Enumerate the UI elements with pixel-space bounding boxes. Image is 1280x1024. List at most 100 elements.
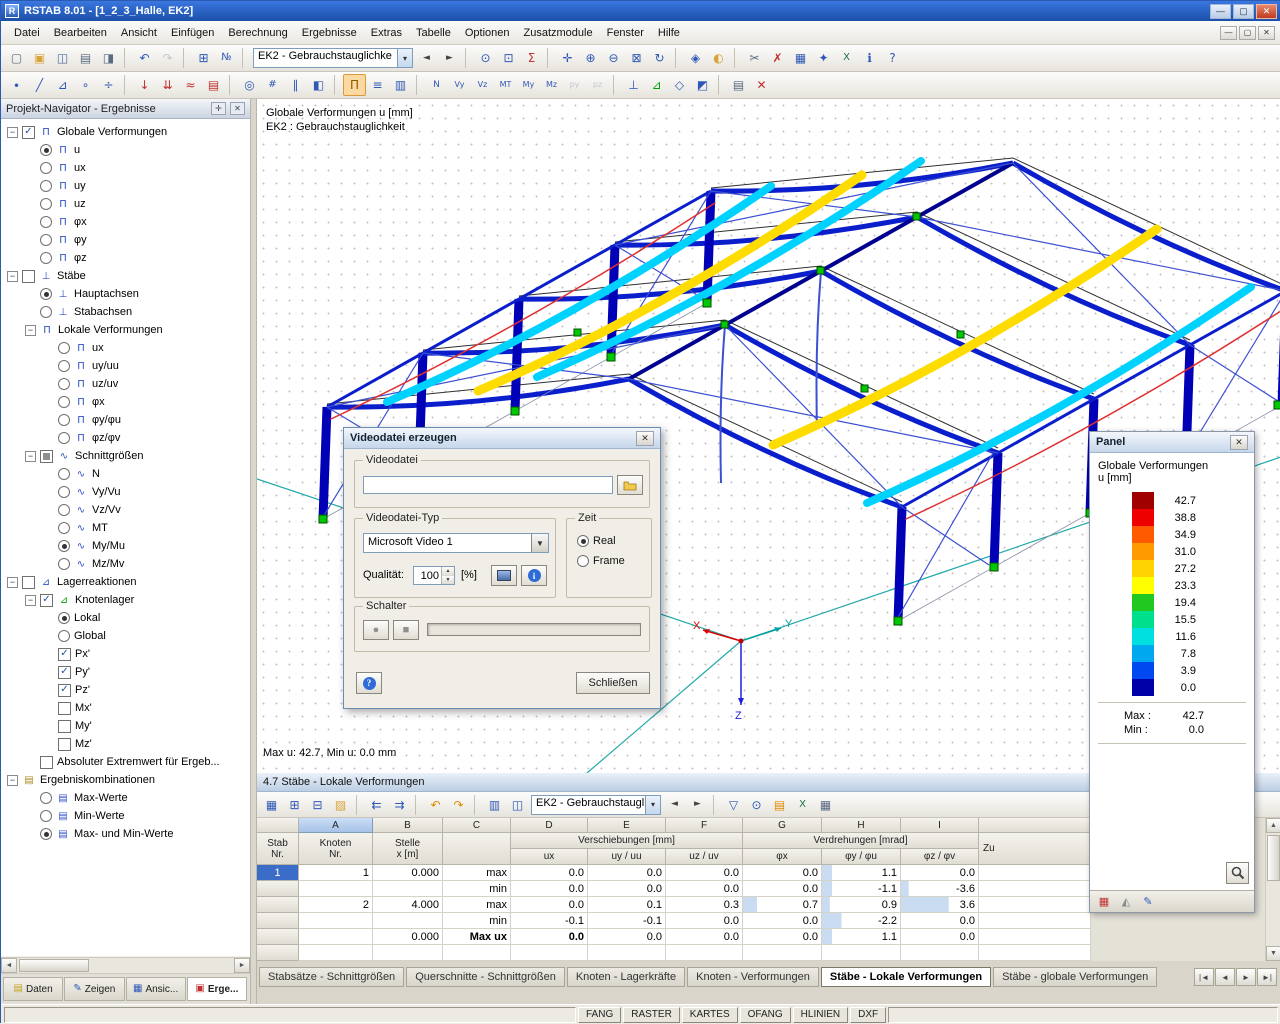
value-cell[interactable]: 0.3 [666, 897, 743, 913]
zu-cell[interactable] [979, 865, 1091, 881]
value-cell[interactable]: 0.0 [901, 913, 979, 929]
knoten-cell[interactable] [299, 913, 373, 929]
imperfection-button[interactable]: ≈ [179, 74, 202, 96]
zoom-window-button[interactable]: ⊠ [625, 47, 648, 69]
expander-icon[interactable]: − [25, 325, 36, 336]
new-node-button[interactable]: ∙ [5, 74, 28, 96]
radio-button[interactable] [40, 792, 52, 804]
value-cell[interactable]: 0.0 [666, 913, 743, 929]
tree-item-n[interactable]: ∿N [1, 465, 250, 483]
tab-nav-1-button[interactable]: ◄ [1215, 968, 1235, 986]
tables-toggle-button[interactable]: ▦ [789, 47, 812, 69]
find-object-button[interactable]: ⊙ [474, 47, 497, 69]
stab-cell[interactable] [257, 913, 299, 929]
chevron-down-icon[interactable]: ▾ [397, 49, 412, 67]
value-cell[interactable]: 0.0 [666, 929, 743, 945]
radio-button[interactable] [58, 468, 70, 480]
tree-item-x[interactable]: Πφx [1, 393, 250, 411]
spin-up-icon[interactable]: ▲ [442, 567, 454, 576]
undo-table-button[interactable]: ↶ [424, 794, 447, 816]
help-button[interactable]: ? [881, 47, 904, 69]
tree-item-vy-vu[interactable]: ∿Vy/Vu [1, 483, 250, 501]
value-cell[interactable]: 0.0 [511, 881, 588, 897]
checkbox[interactable]: ✓ [58, 648, 71, 661]
value-cell[interactable]: 1.1 [822, 929, 901, 945]
value-cell[interactable]: 0.0 [743, 865, 822, 881]
radio-button[interactable] [40, 198, 52, 210]
expander-icon[interactable]: − [25, 451, 36, 462]
load-cases-button[interactable]: ▤ [202, 74, 225, 96]
kind-cell[interactable]: min [443, 913, 511, 929]
column-header-F[interactable]: F [666, 818, 743, 833]
expander-icon[interactable]: − [7, 127, 18, 138]
browse-button[interactable] [617, 475, 643, 495]
value-cell[interactable]: 0.0 [901, 865, 979, 881]
knoten-cell[interactable]: 1 [299, 865, 373, 881]
radio-button[interactable] [58, 558, 70, 570]
scroll-left-icon[interactable]: ◄ [1, 958, 17, 973]
table-ole-button[interactable]: ▦ [814, 794, 837, 816]
new-table-button[interactable]: ⊞ [192, 47, 215, 69]
tree-item-lokal[interactable]: Lokal [1, 609, 250, 627]
tree-item-hauptachsen[interactable]: ⊥Hauptachsen [1, 285, 250, 303]
calculation-button[interactable]: Σ [520, 47, 543, 69]
tree-item-my[interactable]: My' [1, 717, 250, 735]
stelle-cell[interactable] [373, 881, 443, 897]
menu-item-tabelle[interactable]: Tabelle [409, 24, 458, 42]
zu-cell[interactable] [979, 913, 1091, 929]
table-filter-button[interactable]: ▽ [722, 794, 745, 816]
expander-icon[interactable]: − [25, 595, 36, 606]
table-tab-stabs-tze-schnittgr-en[interactable]: Stabsätze - Schnittgrößen [259, 967, 404, 987]
tree-item-st-be[interactable]: −⊥Stäbe [1, 267, 250, 285]
tree-item-px[interactable]: ✓Px' [1, 645, 250, 663]
radio-button[interactable] [40, 180, 52, 192]
tree-item-z[interactable]: Πφz [1, 249, 250, 267]
status-toggle-ofang[interactable]: OFANG [740, 1007, 791, 1023]
value-cell[interactable]: 0.9 [822, 897, 901, 913]
radio-button[interactable] [40, 288, 52, 300]
mdi-restore-icon[interactable]: ▢ [1239, 26, 1256, 40]
navigator-tab-daten[interactable]: ▤Daten [3, 977, 63, 1001]
tree-item-x[interactable]: Πφx [1, 213, 250, 231]
value-cell[interactable]: -3.6 [901, 881, 979, 897]
guidelines-button[interactable]: ∥ [284, 74, 307, 96]
scrollbar-thumb[interactable] [1267, 835, 1280, 881]
value-cell[interactable]: 0.0 [511, 929, 588, 945]
export-excel-button[interactable]: X [791, 794, 814, 816]
result-pz-button[interactable]: pz [586, 74, 609, 96]
scrollbar-thumb[interactable] [19, 959, 89, 972]
column-header-B[interactable]: B [373, 818, 443, 833]
split-view-button[interactable]: ◫ [506, 794, 529, 816]
status-toggle-raster[interactable]: RASTER [623, 1007, 680, 1023]
column-header-A[interactable]: A [299, 818, 373, 833]
knoten-cell[interactable] [299, 929, 373, 945]
tree-item-z-v[interactable]: Πφz/φv [1, 429, 250, 447]
quality-stepper[interactable]: ▲▼ [413, 566, 455, 585]
tree-item-max-und-min-werte[interactable]: ▤Max- und Min-Werte [1, 825, 250, 843]
background-settings-button[interactable]: ◩ [691, 74, 714, 96]
navigator-tab-erge[interactable]: ▣Erge... [187, 977, 247, 1001]
print-preview-button[interactable]: ◨ [97, 47, 120, 69]
previous-loadcase-button[interactable]: ◄ [415, 47, 438, 69]
radio-button[interactable] [58, 504, 70, 516]
value-cell[interactable]: 0.0 [743, 929, 822, 945]
kind-cell[interactable]: min [443, 881, 511, 897]
menu-item-einf-gen[interactable]: Einfügen [164, 24, 221, 42]
member-load-button[interactable]: ⇊ [156, 74, 179, 96]
radio-button[interactable] [577, 535, 589, 547]
zu-cell[interactable] [979, 929, 1091, 945]
tab-nav-2-button[interactable]: ► [1236, 968, 1256, 986]
value-cell[interactable]: 0.0 [901, 929, 979, 945]
render-model-button[interactable]: ◐ [707, 47, 730, 69]
table-tab-querschnitte-schnittgr-en[interactable]: Querschnitte - Schnittgrößen [406, 967, 565, 987]
value-cell[interactable]: 0.0 [588, 865, 666, 881]
column-header-C[interactable]: C [443, 818, 511, 833]
column-header-D[interactable]: D [511, 818, 588, 833]
stab-cell[interactable] [257, 945, 299, 961]
radio-button[interactable] [40, 810, 52, 822]
restore-button[interactable]: ▢ [1233, 4, 1254, 19]
info-button[interactable]: ℹ [858, 47, 881, 69]
visibility-button[interactable]: ◎ [238, 74, 261, 96]
mdi-minimize-icon[interactable]: — [1220, 26, 1237, 40]
value-cell[interactable]: -1.1 [822, 881, 901, 897]
